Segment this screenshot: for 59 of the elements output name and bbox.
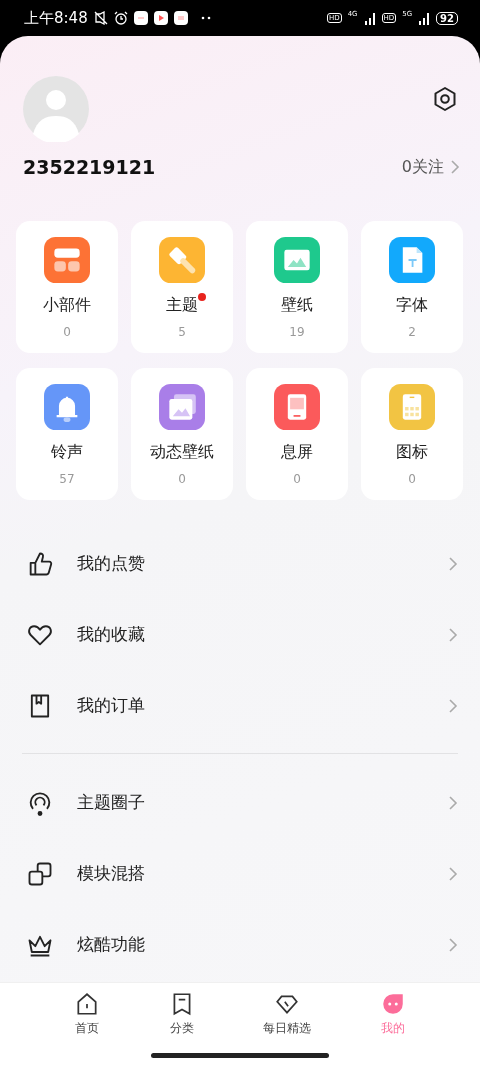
category-label: 小部件 xyxy=(43,295,91,314)
user-id: 2352219121 xyxy=(23,156,156,178)
menu-item[interactable]: 我的订单 xyxy=(0,670,480,741)
menu-item[interactable]: 我的收藏 xyxy=(0,599,480,670)
nav-tab[interactable]: 首页 xyxy=(74,991,101,1037)
category-label: 壁纸 xyxy=(281,295,313,314)
settings-icon[interactable] xyxy=(432,86,458,112)
menu-label: 模块混搭 xyxy=(77,862,146,885)
category-count: 2 xyxy=(408,325,416,339)
menu-item[interactable]: 模块混搭 xyxy=(0,838,480,909)
category-card[interactable]: 息屏 0 xyxy=(246,368,348,500)
category-count: 0 xyxy=(178,472,186,486)
chevron-icon xyxy=(450,160,460,174)
category-card[interactable]: 铃声 57 xyxy=(16,368,118,500)
category-count: 0 xyxy=(293,472,301,486)
menu-label: 我的订单 xyxy=(77,694,146,717)
category-label: 主题 xyxy=(166,295,198,314)
menu-label: 我的收藏 xyxy=(77,623,146,646)
menu-label: 我的点赞 xyxy=(77,552,146,575)
category-label: 字体 xyxy=(396,295,428,314)
chevron-icon xyxy=(448,556,458,571)
category-card[interactable]: 动态壁纸 0 xyxy=(131,368,233,500)
category-label: 动态壁纸 xyxy=(150,442,214,461)
category-count: 0 xyxy=(63,325,71,339)
clock: 上午8:48 xyxy=(24,8,88,28)
signal-icon xyxy=(363,11,376,25)
category-card[interactable]: 小部件 0 xyxy=(16,221,118,353)
nav-tab[interactable]: 每日精选 xyxy=(263,991,312,1037)
category-count: 0 xyxy=(408,472,416,486)
category-card[interactable]: 壁纸 19 xyxy=(246,221,348,353)
app-notification-icon xyxy=(173,11,188,25)
category-card[interactable]: 图标 0 xyxy=(361,368,463,500)
more-icon xyxy=(199,15,212,21)
mute-icon xyxy=(93,11,108,25)
menu-item[interactable]: 主题圈子 xyxy=(0,767,480,838)
play-icon xyxy=(153,11,168,25)
menu-label: 炫酷功能 xyxy=(77,933,146,956)
category-count: 57 xyxy=(59,472,75,486)
menu-item[interactable]: 炫酷功能 xyxy=(0,909,480,980)
chevron-icon xyxy=(448,795,458,810)
menu-item[interactable]: 我的点赞 xyxy=(0,528,480,599)
category-card[interactable]: 主题 5 xyxy=(131,221,233,353)
following-link[interactable]: 0关注 xyxy=(401,156,460,178)
chevron-icon xyxy=(448,866,458,881)
chevron-icon xyxy=(448,698,458,713)
category-count: 19 xyxy=(289,325,305,339)
category-label: 息屏 xyxy=(281,442,313,461)
menu-label: 主题圈子 xyxy=(77,791,146,814)
category-label: 图标 xyxy=(396,442,428,461)
battery-level: 92 xyxy=(436,11,458,25)
signal-icon xyxy=(418,11,431,25)
category-card[interactable]: 字体 2 xyxy=(361,221,463,353)
category-count: 5 xyxy=(178,325,186,339)
app-notification-icon xyxy=(133,11,148,25)
nav-tab[interactable]: 分类 xyxy=(168,991,195,1037)
alarm-icon xyxy=(113,11,128,25)
category-label: 铃声 xyxy=(51,442,83,461)
chevron-icon xyxy=(448,627,458,642)
chevron-icon xyxy=(448,937,458,952)
